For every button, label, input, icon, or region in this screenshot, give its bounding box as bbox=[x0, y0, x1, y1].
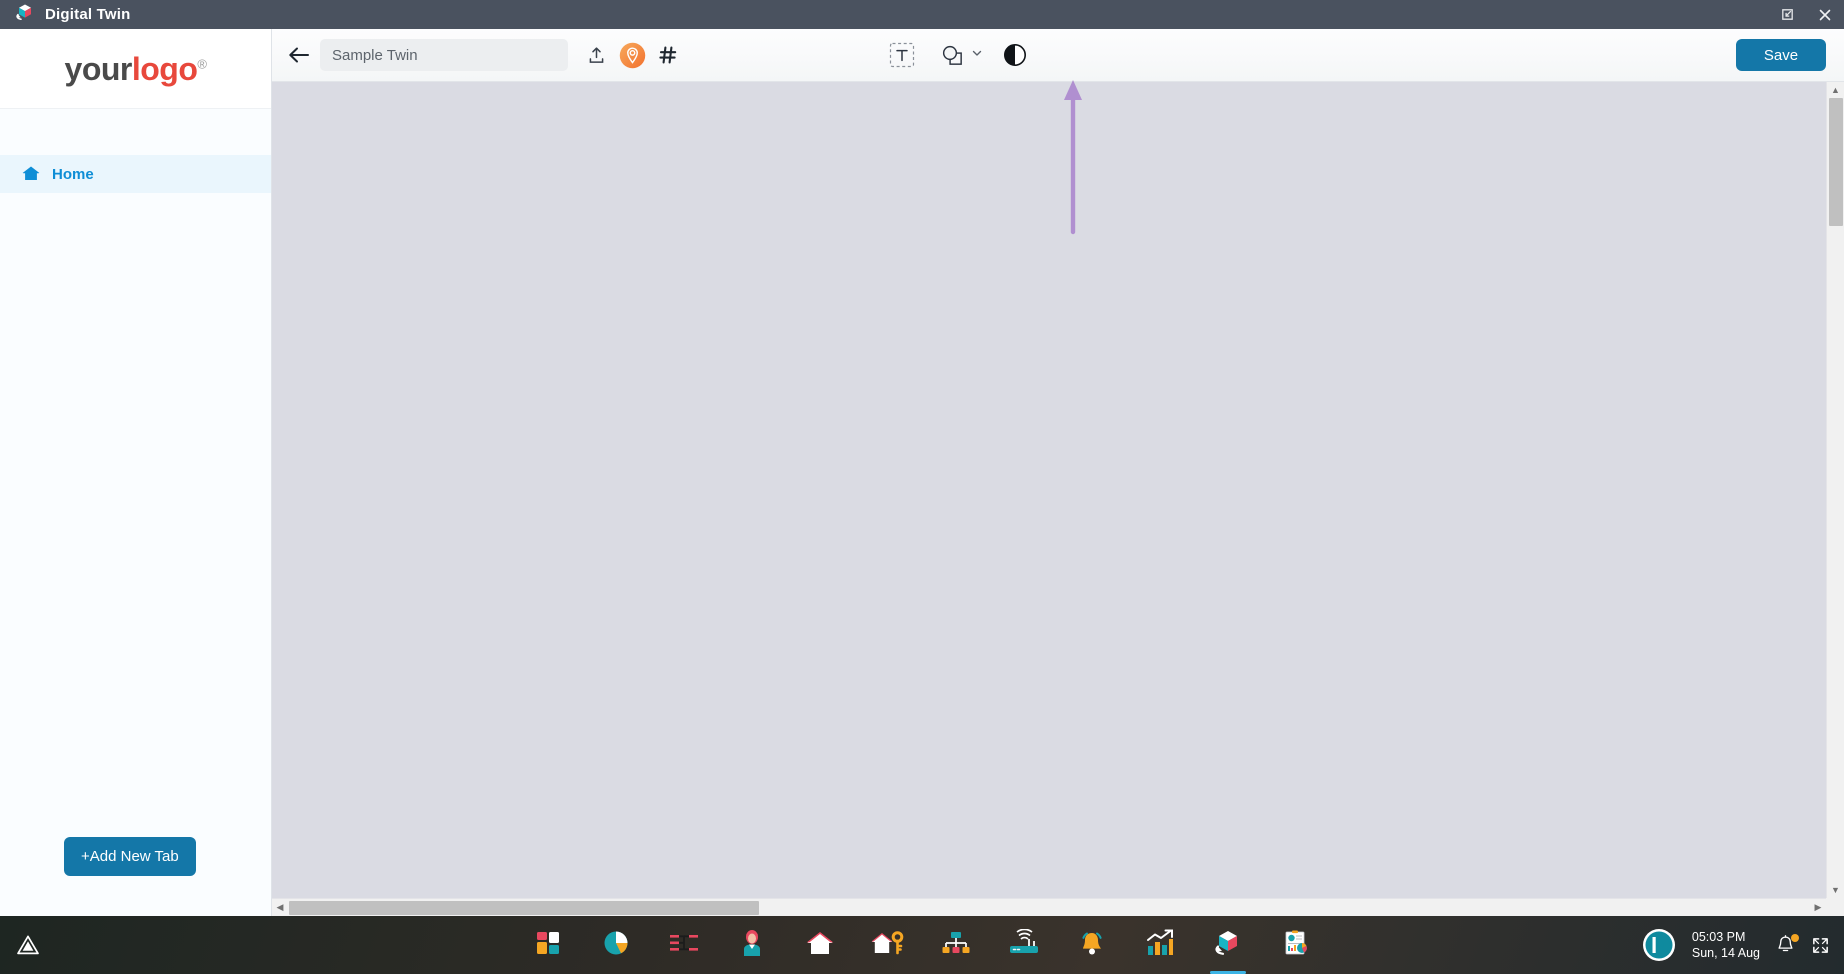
taskbar-item-workflow[interactable] bbox=[662, 922, 706, 968]
cube-rotate-icon bbox=[1212, 928, 1244, 963]
pie-chart-icon bbox=[602, 929, 630, 962]
sidebar-nav: Home bbox=[0, 109, 271, 193]
clock-time: 05:03 PM bbox=[1691, 930, 1746, 944]
notifications-bell-icon[interactable] bbox=[1776, 934, 1799, 955]
bell-icon bbox=[1078, 929, 1106, 962]
taskbar-item-digital-twin[interactable] bbox=[1206, 922, 1250, 974]
taskbar-app-icons bbox=[526, 922, 1318, 974]
person-icon bbox=[739, 929, 765, 962]
horizontal-scroll-thumb[interactable] bbox=[289, 901, 759, 915]
taskbar: 05:03 PM Sun, 14 Aug bbox=[0, 916, 1844, 974]
dashboard-tiles-icon bbox=[534, 929, 562, 962]
grid-hash-icon[interactable] bbox=[650, 37, 686, 73]
scroll-down-arrow-icon[interactable]: ▼ bbox=[1827, 882, 1844, 898]
logo-text-primary: your bbox=[64, 50, 133, 87]
org-chart-icon bbox=[942, 930, 970, 961]
taskbar-item-network[interactable] bbox=[1002, 922, 1046, 968]
twin-canvas[interactable] bbox=[272, 82, 1826, 898]
sidebar-footer: +Add New Tab bbox=[0, 837, 271, 916]
canvas-horizontal-scrollbar[interactable]: ◀ ▶ bbox=[272, 898, 1826, 916]
taskbar-item-property[interactable] bbox=[866, 922, 910, 968]
logo-text-secondary: logo bbox=[131, 50, 198, 87]
add-new-tab-button[interactable]: +Add New Tab bbox=[64, 837, 196, 876]
app-title: Digital Twin bbox=[45, 6, 131, 23]
location-pin-icon[interactable] bbox=[614, 37, 650, 73]
taskbar-item-dashboard[interactable] bbox=[526, 922, 570, 968]
title-bar: Digital Twin bbox=[0, 0, 1844, 29]
report-icon bbox=[1282, 929, 1310, 962]
window-controls bbox=[1768, 0, 1844, 29]
editor-toolbar: Save bbox=[272, 29, 1844, 82]
expand-fullscreen-icon[interactable] bbox=[1811, 936, 1830, 955]
taskbar-item-analytics[interactable] bbox=[594, 922, 638, 968]
shape-tool-button[interactable] bbox=[934, 37, 970, 73]
taskbar-clock[interactable]: 05:03 PM Sun, 14 Aug bbox=[1692, 929, 1760, 961]
text-tool-button[interactable] bbox=[884, 37, 920, 73]
notification-badge-dot bbox=[1791, 934, 1799, 942]
sidebar: yourlogo® Home +Add New Tab bbox=[0, 29, 272, 916]
sidebar-item-home[interactable]: Home bbox=[0, 155, 271, 193]
cube-rotate-icon bbox=[14, 2, 36, 27]
house-icon bbox=[806, 930, 834, 961]
upload-icon[interactable] bbox=[578, 37, 614, 73]
twin-name-input[interactable] bbox=[320, 39, 568, 71]
vertical-scroll-thumb[interactable] bbox=[1829, 98, 1843, 226]
canvas-container: ▲ ▼ ◀ ▶ bbox=[272, 82, 1844, 916]
scrollbar-corner bbox=[1826, 898, 1844, 916]
taskbar-item-reports[interactable] bbox=[1274, 922, 1318, 968]
warning-triangle-icon[interactable] bbox=[0, 934, 56, 956]
back-button[interactable] bbox=[282, 38, 316, 72]
router-icon bbox=[1008, 928, 1040, 962]
brand-logo: yourlogo® bbox=[0, 29, 271, 109]
restore-window-button[interactable] bbox=[1768, 0, 1806, 29]
house-key-icon bbox=[871, 929, 905, 962]
title-bar-left: Digital Twin bbox=[0, 2, 130, 27]
scroll-left-arrow-icon[interactable]: ◀ bbox=[272, 899, 288, 917]
app-window: Digital Twin yourlogo® Home +Add New Tab… bbox=[0, 0, 1844, 974]
scroll-right-arrow-icon[interactable]: ▶ bbox=[1810, 899, 1826, 917]
trend-chart-icon bbox=[1146, 929, 1174, 962]
taskbar-item-profile[interactable] bbox=[730, 922, 774, 968]
flow-diagram-icon bbox=[669, 930, 699, 961]
chevron-down-icon[interactable] bbox=[971, 46, 983, 64]
system-tray: 05:03 PM Sun, 14 Aug bbox=[1642, 928, 1830, 962]
taskbar-item-hierarchy[interactable] bbox=[934, 922, 978, 968]
home-icon bbox=[22, 165, 40, 183]
sidebar-item-label: Home bbox=[52, 165, 94, 183]
shape-tool-group bbox=[934, 37, 983, 73]
taskbar-item-home[interactable] bbox=[798, 922, 842, 968]
scroll-up-arrow-icon[interactable]: ▲ bbox=[1827, 82, 1844, 98]
taskbar-item-trends[interactable] bbox=[1138, 922, 1182, 968]
clock-date: Sun, 14 Aug bbox=[1691, 946, 1760, 960]
logo-registered-mark: ® bbox=[197, 55, 207, 71]
taskbar-item-alerts[interactable] bbox=[1070, 922, 1114, 968]
close-window-button[interactable] bbox=[1806, 0, 1844, 29]
system-tray-logo[interactable] bbox=[1642, 928, 1676, 962]
contrast-toggle-button[interactable] bbox=[997, 37, 1033, 73]
toolbar-tools-group bbox=[884, 37, 1033, 73]
save-button[interactable]: Save bbox=[1736, 39, 1826, 71]
canvas-vertical-scrollbar[interactable]: ▲ ▼ bbox=[1826, 82, 1844, 898]
